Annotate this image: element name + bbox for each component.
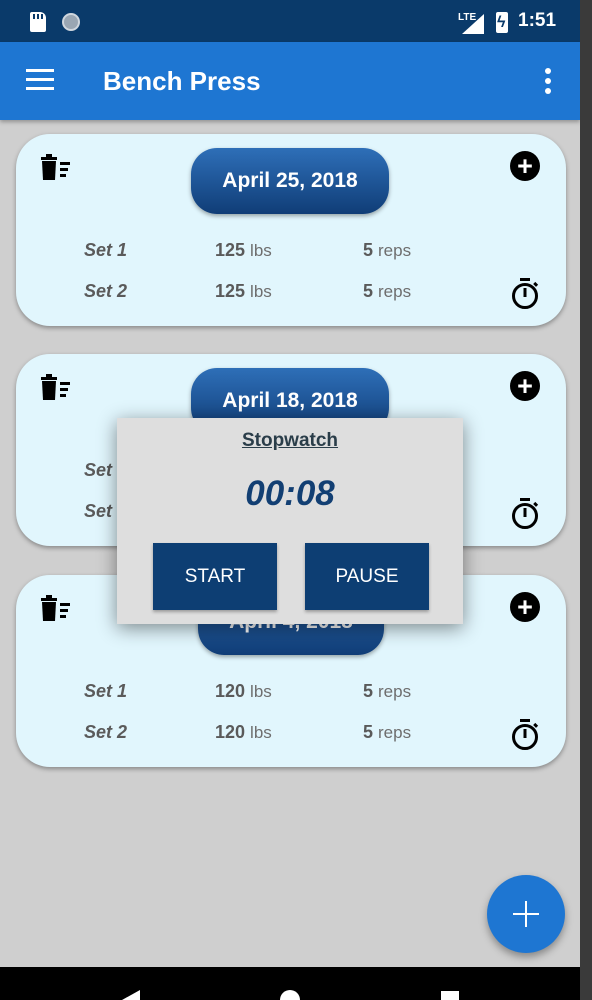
- set-row: Set 1 120 lbs 5 reps: [16, 681, 566, 705]
- set-row: Set 2 125 lbs 5 reps: [16, 281, 566, 305]
- more-vertical-icon[interactable]: [540, 68, 556, 96]
- status-time: 1:51: [518, 10, 557, 31]
- window-edge: [580, 0, 592, 1000]
- sd-card-icon: [30, 12, 46, 32]
- stopwatch-icon[interactable]: [510, 278, 540, 310]
- notification-dot-icon: [62, 13, 80, 31]
- back-icon[interactable]: [120, 989, 142, 1000]
- delete-sweep-icon[interactable]: [41, 154, 71, 180]
- set-row: Set 2 120 lbs 5 reps: [16, 722, 566, 746]
- stopwatch-dialog: Stopwatch 00:08 START PAUSE: [117, 418, 463, 624]
- set-label: Set 1: [84, 681, 128, 701]
- add-workout-fab[interactable]: [487, 875, 565, 953]
- reps-value: 5 reps: [363, 681, 412, 701]
- reps-value: 5 reps: [363, 281, 412, 301]
- dialog-title: Stopwatch: [241, 430, 339, 451]
- status-bar: LTE 1:51: [0, 0, 580, 42]
- weight-value: 125 lbs: [215, 240, 272, 260]
- workout-card: April 25, 2018 + Set 1 125 lbs 5 reps Set …: [16, 134, 566, 326]
- app-bar: Bench Press: [0, 42, 580, 120]
- hamburger-menu-icon[interactable]: [26, 69, 54, 91]
- set-label: Set 2: [84, 722, 128, 742]
- set-label: Set: [84, 460, 113, 480]
- stopwatch-time: 00:08: [245, 474, 335, 513]
- reps-value: 5 reps: [363, 722, 412, 742]
- signal-icon: [462, 14, 484, 34]
- weight-value: 125 lbs: [215, 281, 272, 301]
- set-label: Set 1: [84, 240, 128, 260]
- reps-value: 5 reps: [363, 240, 412, 260]
- add-set-plus-icon[interactable]: +: [510, 592, 540, 622]
- stopwatch-icon[interactable]: [510, 719, 540, 751]
- delete-sweep-icon[interactable]: [41, 595, 71, 621]
- add-set-plus-icon[interactable]: +: [510, 371, 540, 401]
- stopwatch-icon[interactable]: [510, 498, 540, 530]
- page-title: Bench Press: [103, 66, 261, 96]
- start-button[interactable]: START: [153, 543, 277, 610]
- plus-icon: [513, 901, 539, 927]
- date-button[interactable]: April 25, 2018: [191, 148, 389, 214]
- weight-value: 120 lbs: [215, 681, 272, 701]
- set-row: Set 1 125 lbs 5 reps: [16, 240, 566, 264]
- battery-charging-icon: [496, 12, 508, 33]
- weight-value: 120 lbs: [215, 722, 272, 742]
- set-label: Set: [84, 501, 113, 521]
- delete-sweep-icon[interactable]: [41, 374, 71, 400]
- app-screen: LTE 1:51 Bench Press April 25, 2018 + Se…: [0, 0, 580, 1000]
- pause-button[interactable]: PAUSE: [305, 543, 429, 610]
- add-set-plus-icon[interactable]: +: [510, 151, 540, 181]
- set-label: Set 2: [84, 281, 128, 301]
- home-icon[interactable]: [279, 989, 301, 1000]
- system-nav-bar: [0, 967, 580, 1000]
- recents-icon[interactable]: [440, 991, 460, 1000]
